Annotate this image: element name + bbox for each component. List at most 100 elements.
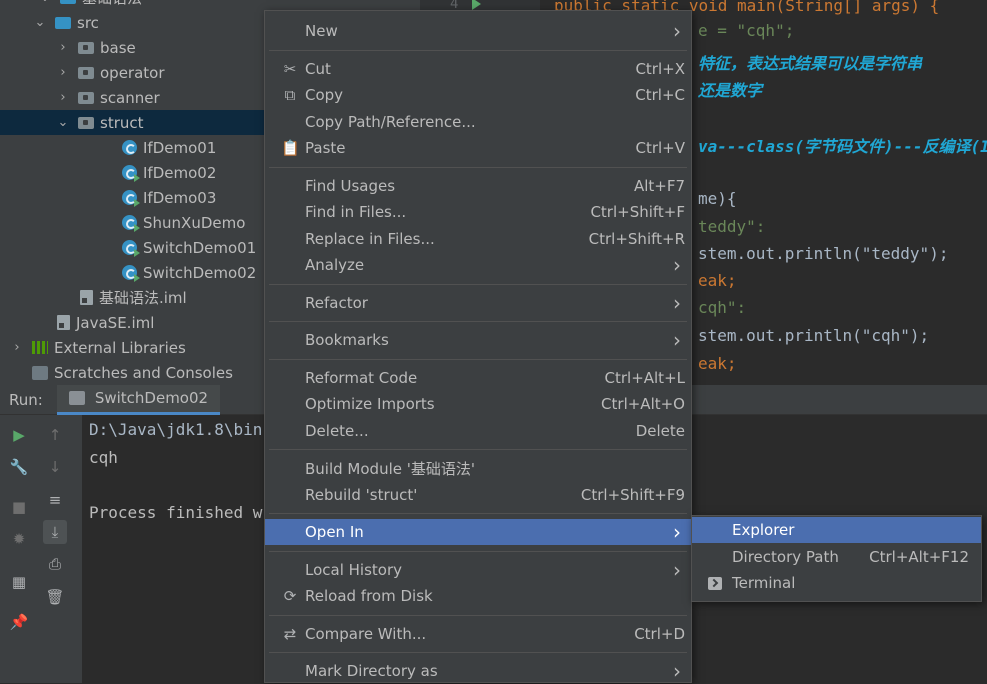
chevron-right-icon: › [673, 328, 681, 352]
menu-item-shortcut: Ctrl+X [635, 59, 685, 78]
folder-icon [78, 116, 94, 129]
menu-separator [269, 652, 687, 653]
menu-item-reload-from-disk[interactable]: ⟳ Reload from Disk [265, 583, 691, 609]
print-icon[interactable]: ⎙ [43, 552, 67, 576]
menu-item-label: Compare With... [305, 624, 427, 643]
chevron-right-icon[interactable]: › [56, 40, 70, 55]
scratches-icon [32, 365, 48, 380]
tree-label: SwitchDemo02 [143, 263, 257, 282]
menu-item-shortcut: Ctrl+Shift+F9 [580, 485, 685, 504]
menu-item-label: Open In [305, 523, 364, 541]
menu-item-build-module[interactable]: Build Module '基础语法' [265, 455, 691, 481]
soft-wrap-icon[interactable]: ≡ [43, 488, 67, 512]
folder-icon [55, 16, 71, 29]
compare-icon: ⇄ [283, 624, 297, 643]
menu-item-mark-directory-as[interactable]: Mark Directory as › [265, 658, 691, 684]
menu-separator [269, 283, 687, 285]
package-dot [83, 69, 88, 75]
java-class-icon [122, 240, 140, 257]
menu-item-label: New [305, 22, 338, 40]
submenu-item-shortcut: Ctrl+Alt+F12 [869, 547, 969, 566]
menu-item-shortcut: Ctrl+Alt+L [604, 368, 686, 387]
run-tab-label: SwitchDemo02 [94, 389, 209, 407]
chevron-down-icon[interactable]: ⌄ [33, 15, 47, 30]
stop-icon[interactable]: ■ [7, 495, 31, 519]
chevron-down-icon[interactable]: ⌄ [56, 115, 70, 130]
menu-item-bookmarks[interactable]: Bookmarks › [265, 327, 691, 353]
menu-item-refactor[interactable]: Refactor › [265, 290, 691, 316]
menu-item-find-usages[interactable]: Find Usages Alt+F7 [265, 173, 691, 199]
menu-item-shortcut: Ctrl+Shift+F [590, 203, 685, 221]
menu-item-label: Analyze [305, 256, 365, 274]
rerun-icon[interactable]: ▶ [7, 423, 31, 447]
code-line: stem.out.println("cqh"); [698, 326, 930, 345]
menu-item-label: Find in Files... [305, 203, 407, 221]
arrow-down-icon[interactable]: ↓ [43, 455, 67, 479]
menu-item-label: Rebuild 'struct' [305, 485, 418, 504]
menu-item-shortcut: Ctrl+Alt+O [601, 395, 685, 413]
submenu-item-label: Directory Path [732, 547, 839, 566]
tree-row[interactable]: ⌄ 基础语法 [0, 0, 420, 10]
run-tab[interactable]: SwitchDemo02 [56, 384, 221, 415]
menu-item-analyze[interactable]: Analyze › [265, 252, 691, 278]
chevron-down-icon[interactable]: ⌄ [38, 0, 52, 5]
menu-item-shortcut: Delete [635, 421, 685, 440]
menu-item-label: Delete... [305, 421, 369, 440]
menu-separator [269, 614, 687, 616]
menu-item-label: Copy Path/Reference... [305, 112, 476, 131]
menu-item-label: Reload from Disk [305, 587, 433, 605]
copy-icon: ⧉ [284, 86, 296, 104]
trash-icon[interactable]: 🗑 [43, 585, 67, 609]
package-dot [83, 119, 88, 125]
tree-label: base [100, 38, 136, 57]
package-dot [83, 94, 88, 100]
chevron-right-icon: › [673, 19, 681, 43]
menu-item-label: Replace in Files... [305, 229, 435, 248]
menu-separator [269, 513, 687, 514]
run-gutter-icon[interactable] [472, 0, 481, 10]
chevron-right-icon: › [673, 557, 681, 582]
menu-item-label: Reformat Code [305, 368, 418, 387]
java-class-icon [122, 165, 140, 182]
chevron-right-icon[interactable]: › [56, 65, 70, 80]
menu-separator [269, 166, 687, 168]
code-line: 还是数字 [698, 81, 763, 100]
menu-item-shortcut: Ctrl+V [635, 139, 685, 157]
menu-separator [269, 49, 687, 51]
menu-item-find-in-files[interactable]: Find in Files... Ctrl+Shift+F [265, 199, 691, 225]
code-line: e = "cqh"; [698, 21, 795, 40]
tree-label: Scratches and Consoles [54, 363, 233, 382]
menu-item-copy-path-reference[interactable]: Copy Path/Reference... [265, 109, 691, 135]
menu-item-open-in[interactable]: Open In › [265, 519, 691, 545]
run-label: Run: [9, 390, 43, 409]
menu-item-paste[interactable]: 📋 Paste Ctrl+V [265, 135, 691, 161]
submenu-item-explorer[interactable]: Explorer [692, 517, 981, 543]
pin-icon[interactable]: 📌 [7, 610, 31, 634]
menu-item-copy[interactable]: ⧉ Copy Ctrl+C [265, 82, 691, 108]
menu-item-reformat-code[interactable]: Reformat Code Ctrl+Alt+L [265, 365, 691, 391]
scroll-end-icon[interactable]: ⤓ [43, 520, 67, 544]
submenu-item-directory-path[interactable]: Directory Path Ctrl+Alt+F12 [692, 544, 981, 570]
menu-item-new[interactable]: New › [265, 18, 691, 44]
chevron-right-icon[interactable]: › [56, 90, 70, 105]
menu-item-label: Copy [305, 86, 344, 104]
menu-item-optimize-imports[interactable]: Optimize Imports Ctrl+Alt+O [265, 391, 691, 417]
arrow-up-icon[interactable]: ↑ [43, 423, 67, 447]
folder-icon [78, 91, 94, 104]
submenu-item-terminal[interactable]: Terminal [692, 570, 981, 596]
menu-item-compare-with[interactable]: ⇄ Compare With... Ctrl+D [265, 621, 691, 647]
menu-item-cut[interactable]: ✂ Cut Ctrl+X [265, 56, 691, 82]
code-line: va---class(字节码文件)---反编译(I [698, 137, 987, 156]
menu-item-delete[interactable]: Delete... Delete [265, 418, 691, 444]
menu-item-shortcut: Ctrl+Shift+R [588, 229, 685, 248]
menu-item-rebuild-struct[interactable]: Rebuild 'struct' Ctrl+Shift+F9 [265, 482, 691, 508]
menu-item-label: Optimize Imports [305, 395, 435, 413]
run-toolbar: ▶ 🔧 ■ ✹ ▦ 📌 ↑ ↓ ≡ ⤓ ⎙ 🗑 [0, 415, 82, 683]
wrench-icon[interactable]: 🔧 [7, 455, 31, 479]
menu-item-local-history[interactable]: Local History › [265, 557, 691, 583]
debug-icon[interactable]: ✹ [7, 527, 31, 551]
chevron-right-icon[interactable]: › [10, 340, 24, 355]
menu-item-replace-in-files[interactable]: Replace in Files... Ctrl+Shift+R [265, 226, 691, 252]
layout-icon[interactable]: ▦ [7, 570, 31, 594]
chevron-right-icon: › [673, 253, 681, 277]
